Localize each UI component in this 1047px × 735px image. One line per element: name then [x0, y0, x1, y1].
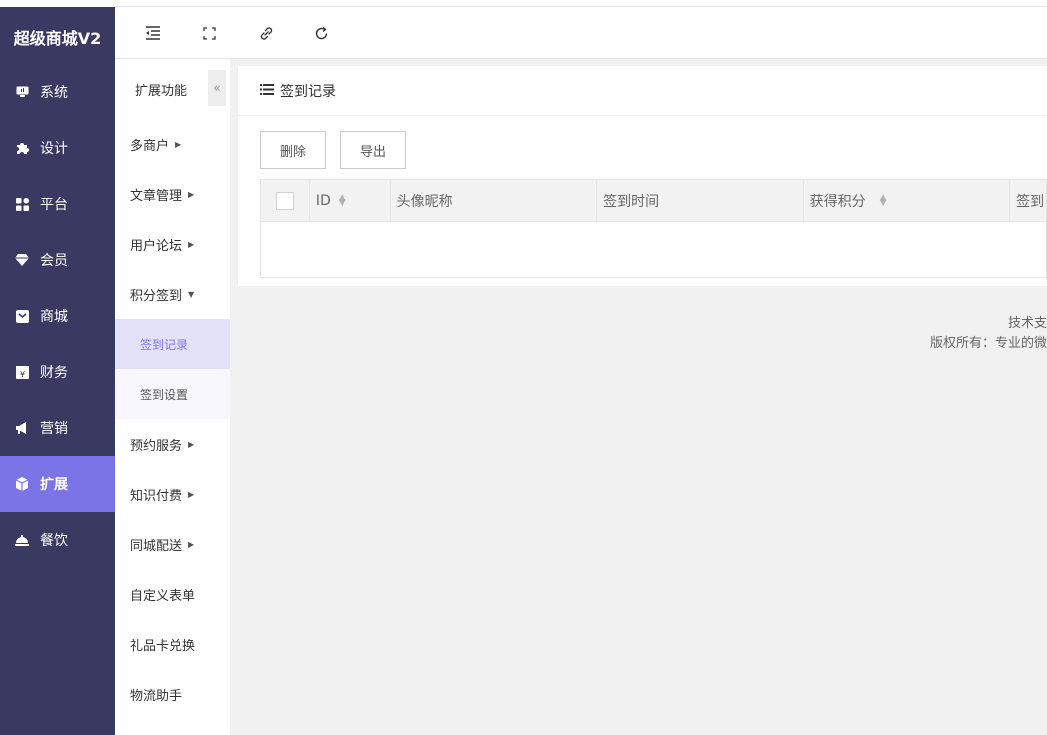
card-header: 签到记录	[238, 66, 1047, 116]
caret-right-icon: ▶	[188, 539, 195, 549]
secondary-sidebar: 扩展功能 « 多商户 ▶ 文章管理 ▶ 用户论坛 ▶ 积分签到 ▼ 签到记录 签到设置 …	[115, 59, 230, 735]
nav-label: 会员	[40, 253, 68, 269]
col-label: 签到	[1016, 193, 1045, 210]
caret-right-icon: ▶	[188, 239, 195, 249]
nav-label: 系统	[40, 85, 68, 101]
link-icon[interactable]	[254, 21, 278, 45]
top-toolbar	[115, 7, 1047, 59]
svg-text:¥: ¥	[19, 370, 24, 379]
nav-member[interactable]: 会员	[0, 232, 115, 288]
caret-right-icon: ▶	[175, 139, 182, 149]
menu-local-delivery[interactable]: 同城配送 ▶	[115, 519, 230, 569]
col-label: 头像昵称	[396, 193, 453, 210]
delete-button[interactable]: 删除	[260, 131, 326, 169]
col-avatar-nickname: 头像昵称	[391, 179, 598, 222]
nav-label: 营销	[40, 421, 68, 437]
menu-label: 文章管理	[130, 188, 183, 204]
menu-label: 知识付费	[130, 488, 183, 504]
menu-label: 物流助手	[130, 688, 183, 704]
secondary-sidebar-title: 扩展功能	[135, 83, 188, 99]
store-icon	[14, 308, 30, 324]
menu-multi-merchant[interactable]: 多商户 ▶	[115, 119, 230, 169]
caret-right-icon: ▶	[188, 489, 195, 499]
nav-finance[interactable]: ¥ 财务	[0, 344, 115, 400]
menu-label: 用户论坛	[130, 238, 183, 254]
cube-icon	[14, 476, 30, 492]
col-id-label: ID	[315, 192, 331, 209]
nav-label: 扩展	[40, 477, 68, 493]
sort-icon[interactable]: ▲ ▼	[339, 193, 346, 207]
records-table: ID ▲ ▼ 头像昵称 签到时间 获得积分 ▲ ▼ 签到	[260, 179, 1047, 278]
nav-mall[interactable]: 商城	[0, 288, 115, 344]
menu-booking[interactable]: 预约服务 ▶	[115, 419, 230, 469]
nav-system[interactable]: 系统	[0, 64, 115, 120]
brand-logo[interactable]: 超级商城V2	[0, 0, 115, 64]
menu-label: 礼品卡兑换	[130, 638, 196, 654]
footer: 技术支 版权所有：专业的微	[930, 314, 1047, 354]
menu-article[interactable]: 文章管理 ▶	[115, 169, 230, 219]
menu-label: 同城配送	[130, 538, 183, 554]
menu-fold-icon[interactable]	[141, 21, 165, 45]
list-icon	[260, 83, 274, 99]
secondary-sidebar-header: 扩展功能 «	[115, 59, 230, 119]
nav-label: 餐饮	[40, 533, 68, 549]
tray-icon	[14, 532, 30, 548]
menu-checkin-settings[interactable]: 签到设置	[115, 369, 230, 419]
col-checkin-extra: 签到	[1010, 180, 1046, 222]
menu-label: 积分签到	[130, 288, 183, 304]
caret-right-icon: ▶	[188, 189, 195, 199]
menu-label: 多商户	[130, 138, 170, 154]
primary-sidebar: 超级商城V2 系统 设计 平台 会员 商城 ¥ 财务 营销 扩展 餐饮	[0, 0, 115, 735]
table-header: ID ▲ ▼ 头像昵称 签到时间 获得积分 ▲ ▼ 签到	[261, 179, 1046, 222]
caret-down-icon: ▼	[188, 289, 195, 299]
menu-label: 签到记录	[140, 337, 189, 352]
nav-label: 财务	[40, 365, 68, 381]
col-label: 签到时间	[603, 193, 660, 210]
yen-icon: ¥	[14, 364, 30, 380]
monitor-icon	[14, 84, 30, 100]
caret-right-icon: ▶	[188, 439, 195, 449]
table-body-empty	[261, 222, 1046, 277]
export-button[interactable]: 导出	[340, 131, 406, 169]
diamond-icon	[14, 252, 30, 268]
top-edge	[0, 0, 1047, 7]
select-all-cell	[261, 179, 310, 222]
nav-design[interactable]: 设计	[0, 120, 115, 176]
nav-label: 设计	[40, 141, 68, 157]
col-points-earned[interactable]: 获得积分 ▲ ▼	[804, 179, 1011, 222]
collapse-sidebar-icon[interactable]: «	[208, 70, 226, 106]
content-card: 签到记录 删除 导出 ID ▲ ▼ 头像昵称 签到时间 获得积分 ▲ ▼ 签到	[238, 66, 1047, 286]
col-label: 获得积分	[809, 193, 866, 210]
megaphone-icon	[14, 420, 30, 436]
nav-catering[interactable]: 餐饮	[0, 512, 115, 568]
menu-forum[interactable]: 用户论坛 ▶	[115, 219, 230, 269]
refresh-icon[interactable]	[309, 21, 333, 45]
menu-logistics[interactable]: 物流助手	[115, 669, 230, 719]
footer-support: 技术支	[1007, 316, 1047, 331]
menu-gift-card[interactable]: 礼品卡兑换	[115, 619, 230, 669]
nav-platform[interactable]: 平台	[0, 176, 115, 232]
col-checkin-time: 签到时间	[597, 179, 804, 222]
sort-icon[interactable]: ▲ ▼	[880, 193, 887, 207]
col-id[interactable]: ID ▲ ▼	[310, 179, 391, 222]
menu-points-checkin[interactable]: 积分签到 ▼	[115, 269, 230, 319]
fullscreen-icon[interactable]	[197, 21, 221, 45]
menu-label: 自定义表单	[130, 588, 196, 604]
menu-checkin-records[interactable]: 签到记录	[115, 319, 230, 369]
nav-marketing[interactable]: 营销	[0, 400, 115, 456]
grid-icon	[14, 196, 30, 212]
nav-label: 平台	[40, 197, 68, 213]
page-title: 签到记录	[280, 83, 336, 100]
nav-extension[interactable]: 扩展	[0, 456, 115, 512]
footer-copyright: 版权所有：专业的微	[929, 336, 1047, 351]
menu-paid-knowledge[interactable]: 知识付费 ▶	[115, 469, 230, 519]
puzzle-icon	[14, 140, 30, 156]
select-all-checkbox[interactable]	[276, 191, 294, 210]
menu-label: 预约服务	[130, 438, 183, 454]
menu-label: 签到设置	[140, 387, 189, 402]
nav-label: 商城	[40, 309, 68, 325]
menu-custom-form[interactable]: 自定义表单	[115, 569, 230, 619]
